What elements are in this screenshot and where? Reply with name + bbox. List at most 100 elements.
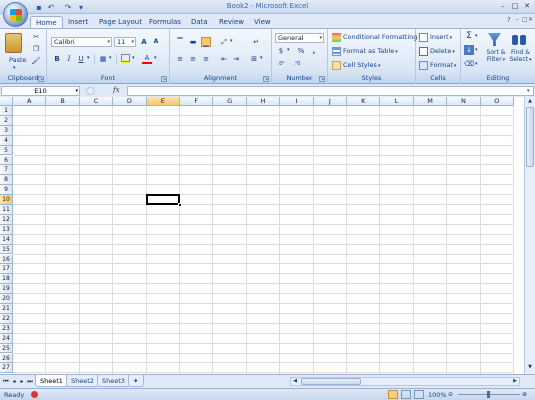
top-align-icon[interactable]: ▔ bbox=[175, 37, 185, 47]
tab-data[interactable]: Data bbox=[186, 16, 213, 28]
row-header-25[interactable]: 25 bbox=[0, 343, 13, 354]
orientation-icon[interactable]: ⤢ bbox=[219, 37, 229, 47]
tab-insert[interactable]: Insert bbox=[63, 16, 93, 28]
close-button[interactable]: ✕ bbox=[522, 2, 532, 11]
clipboard-launcher-icon[interactable]: ↘ bbox=[38, 76, 44, 82]
row-header-7[interactable]: 7 bbox=[0, 165, 13, 176]
row-header-3[interactable]: 3 bbox=[0, 125, 13, 136]
shrink-font-icon[interactable]: A bbox=[151, 37, 161, 47]
row-header-21[interactable]: 21 bbox=[0, 304, 13, 314]
column-header-c[interactable]: C bbox=[79, 97, 114, 106]
workbook-restore-icon[interactable]: □ bbox=[522, 16, 528, 23]
row-header-4[interactable]: 4 bbox=[0, 135, 13, 146]
conditional-formatting-button[interactable]: Conditional Formatting▾ bbox=[332, 32, 421, 43]
grow-font-icon[interactable]: A bbox=[139, 37, 149, 47]
paste-dropdown-icon[interactable]: ▾ bbox=[13, 65, 16, 71]
row-header-1[interactable]: 1 bbox=[0, 106, 13, 116]
paste-button[interactable]: Paste bbox=[9, 56, 27, 64]
insert-cells-button[interactable]: Insert▾ bbox=[419, 32, 452, 43]
office-button[interactable] bbox=[3, 2, 28, 27]
number-launcher-icon[interactable]: ↘ bbox=[319, 76, 325, 82]
tab-view[interactable]: View bbox=[249, 16, 276, 28]
page-layout-view-icon[interactable] bbox=[401, 390, 411, 399]
row-header-11[interactable]: 11 bbox=[0, 205, 13, 215]
clear-dropdown-icon[interactable]: ▾ bbox=[475, 61, 478, 67]
tab-page-layout[interactable]: Page Layout bbox=[94, 16, 147, 28]
last-sheet-icon[interactable]: ⏭ bbox=[27, 378, 33, 386]
format-cells-button[interactable]: Format▾ bbox=[419, 60, 456, 71]
minimize-button[interactable]: – bbox=[498, 2, 508, 11]
insert-sheet-icon[interactable]: ✦ bbox=[128, 375, 144, 387]
font-size-select[interactable]: 11 ▾ bbox=[114, 37, 136, 47]
scroll-down-icon[interactable]: ▼ bbox=[526, 364, 534, 372]
orientation-dropdown-icon[interactable]: ▾ bbox=[230, 38, 233, 44]
wrap-text-icon[interactable]: ↵ bbox=[251, 37, 261, 47]
column-header-g[interactable]: G bbox=[213, 97, 247, 106]
italic-icon[interactable]: I bbox=[64, 54, 74, 64]
cell-styles-button[interactable]: Cell Styles▾ bbox=[332, 60, 380, 71]
borders-dropdown-icon[interactable]: ▾ bbox=[109, 55, 112, 61]
row-header-27[interactable]: 27 bbox=[0, 363, 13, 374]
column-header-o[interactable]: O bbox=[480, 97, 514, 106]
font-launcher-icon[interactable]: ↘ bbox=[161, 76, 167, 82]
bold-icon[interactable]: B bbox=[52, 54, 62, 64]
sheet-tab-1[interactable]: Sheet1 bbox=[35, 375, 68, 387]
cut-icon[interactable]: ✂ bbox=[31, 32, 41, 42]
fill-dropdown-icon[interactable]: ▾ bbox=[475, 47, 478, 53]
middle-align-icon[interactable]: ▬ bbox=[188, 37, 198, 47]
borders-icon[interactable]: ▦ bbox=[98, 54, 108, 64]
undo-icon[interactable]: ↶ bbox=[46, 3, 56, 12]
underline-icon[interactable]: U bbox=[76, 54, 86, 64]
expand-formula-icon[interactable]: ▾ bbox=[527, 88, 530, 94]
zoom-level[interactable]: 100% bbox=[428, 391, 447, 399]
underline-dropdown-icon[interactable]: ▾ bbox=[87, 55, 90, 61]
align-center-icon[interactable]: ≡ bbox=[188, 54, 198, 64]
percent-icon[interactable]: % bbox=[296, 46, 306, 56]
save-icon[interactable]: ▪ bbox=[34, 3, 44, 12]
increase-decimal-icon[interactable]: .0⁰ bbox=[276, 59, 286, 69]
page-break-view-icon[interactable] bbox=[414, 390, 424, 399]
redo-icon[interactable]: ↷ bbox=[63, 3, 73, 12]
column-header-b[interactable]: B bbox=[46, 97, 80, 106]
clear-icon[interactable]: ⌫ bbox=[464, 59, 474, 69]
decrease-indent-icon[interactable]: ⇤ bbox=[219, 54, 229, 64]
fill-icon[interactable]: ↓ bbox=[464, 45, 474, 55]
font-color-dropdown-icon[interactable]: ▾ bbox=[154, 55, 157, 61]
row-header-26[interactable]: 26 bbox=[0, 353, 13, 364]
zoom-slider-thumb[interactable] bbox=[487, 391, 490, 398]
prev-sheet-icon[interactable]: ◂ bbox=[11, 378, 17, 386]
column-header-i[interactable]: I bbox=[280, 97, 314, 106]
row-header-22[interactable]: 22 bbox=[0, 313, 13, 324]
row-header-14[interactable]: 14 bbox=[0, 234, 13, 245]
scroll-up-icon[interactable]: ▲ bbox=[526, 98, 534, 106]
autosum-dropdown-icon[interactable]: ▾ bbox=[475, 33, 478, 39]
row-header-13[interactable]: 13 bbox=[0, 224, 13, 235]
alignment-launcher-icon[interactable]: ↘ bbox=[263, 76, 269, 82]
horizontal-scrollbar[interactable]: ◀ ▶ bbox=[290, 377, 520, 386]
workbook-minimize-icon[interactable]: – bbox=[516, 16, 519, 23]
sheet-tab-3[interactable]: Sheet3 bbox=[97, 375, 130, 387]
horizontal-scroll-thumb[interactable] bbox=[301, 378, 361, 385]
scroll-right-icon[interactable]: ▶ bbox=[511, 378, 519, 385]
number-format-select[interactable]: General ▾ bbox=[275, 33, 324, 43]
column-header-d[interactable]: D bbox=[113, 97, 147, 106]
row-header-15[interactable]: 15 bbox=[0, 244, 13, 255]
column-header-e[interactable]: E bbox=[146, 97, 180, 106]
active-cell[interactable] bbox=[145, 194, 180, 205]
tab-home[interactable]: Home bbox=[30, 16, 63, 28]
bottom-align-icon[interactable]: ▁ bbox=[201, 37, 211, 47]
column-header-h[interactable]: H bbox=[246, 97, 281, 106]
select-all-corner[interactable] bbox=[0, 97, 13, 106]
maximize-button[interactable]: □ bbox=[510, 2, 520, 11]
normal-view-icon[interactable] bbox=[388, 390, 398, 399]
help-icon[interactable]: ? bbox=[507, 16, 511, 24]
scroll-left-icon[interactable]: ◀ bbox=[291, 378, 299, 385]
zoom-out-icon[interactable]: ⊖ bbox=[448, 391, 453, 398]
fill-color-icon[interactable] bbox=[121, 54, 130, 62]
tab-review[interactable]: Review bbox=[214, 16, 249, 28]
comma-icon[interactable]: , bbox=[309, 46, 319, 56]
row-header-8[interactable]: 8 bbox=[0, 175, 13, 186]
increase-indent-icon[interactable]: ⇥ bbox=[231, 54, 241, 64]
column-header-j[interactable]: J bbox=[313, 97, 347, 106]
column-header-k[interactable]: K bbox=[347, 97, 381, 106]
